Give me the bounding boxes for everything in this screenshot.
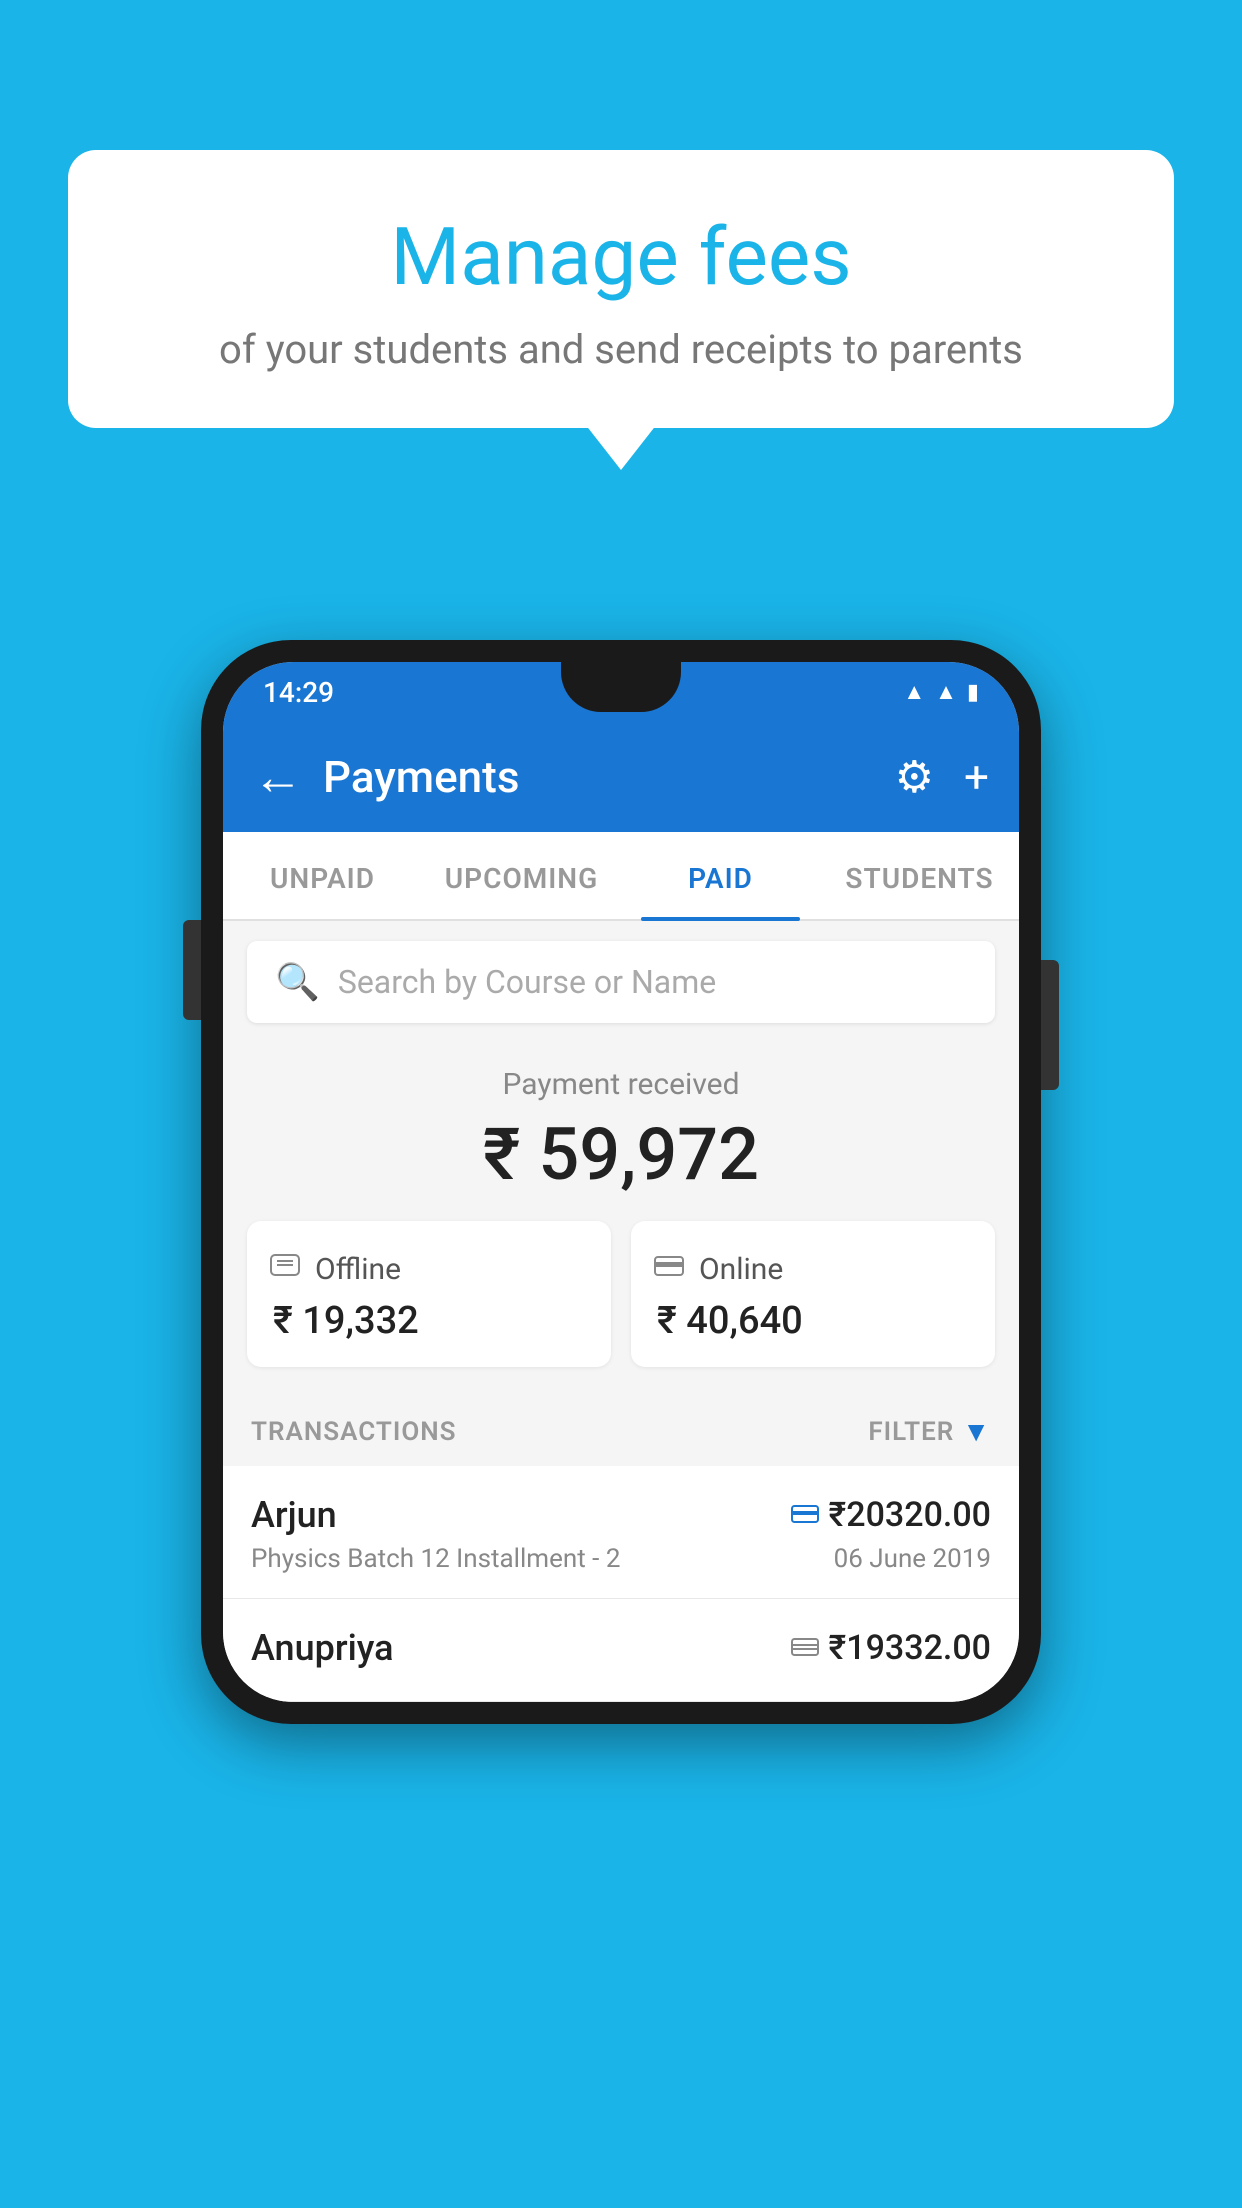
manage-fees-title: Manage fees [118,210,1124,304]
transaction-amount-arjun: ₹20320.00 [829,1495,991,1535]
phone-outer: 14:29 ▲ ▲ ▮ ← Payments ⚙ + UNPAID [201,640,1041,1724]
offline-icon [269,1249,301,1289]
tabs-bar: UNPAID UPCOMING PAID STUDENTS [223,832,1019,921]
offline-amount: ₹ 19,332 [269,1299,589,1343]
phone-screen: 14:29 ▲ ▲ ▮ ← Payments ⚙ + UNPAID [223,662,1019,1702]
table-row[interactable]: Anupriya ₹19332.00 [223,1599,1019,1702]
tab-students[interactable]: STUDENTS [820,832,1019,919]
add-icon[interactable]: + [964,751,989,803]
filter-label: FILTER [868,1417,954,1447]
search-bar[interactable]: 🔍 Search by Course or Name [247,941,995,1023]
table-row[interactable]: Arjun ₹20320.00 Physics Batch 12 Install… [223,1466,1019,1599]
online-payment-icon [791,1499,819,1532]
transaction-top-anupriya: Anupriya ₹19332.00 [251,1627,991,1669]
transaction-amount-wrap-anupriya: ₹19332.00 [791,1628,991,1668]
transaction-name-arjun: Arjun [251,1494,337,1536]
payment-total-amount: ₹ 59,972 [247,1112,995,1197]
speech-bubble: Manage fees of your students and send re… [68,150,1174,428]
app-title: Payments [323,751,875,803]
online-icon [653,1249,685,1289]
manage-fees-subtitle: of your students and send receipts to pa… [118,326,1124,373]
transaction-bottom-arjun: Physics Batch 12 Installment - 2 06 June… [251,1544,991,1574]
search-icon: 🔍 [275,961,320,1003]
search-input[interactable]: Search by Course or Name [338,963,716,1001]
phone-notch [561,662,681,712]
transaction-name-anupriya: Anupriya [251,1627,394,1669]
payment-summary: Payment received ₹ 59,972 [223,1037,1019,1391]
offline-card: Offline ₹ 19,332 [247,1221,611,1367]
app-bar-icons: ⚙ + [895,751,989,803]
offline-card-top: Offline [269,1249,589,1289]
transaction-date-arjun: 06 June 2019 [834,1544,991,1574]
online-label: Online [699,1252,783,1287]
phone-container: 14:29 ▲ ▲ ▮ ← Payments ⚙ + UNPAID [201,640,1041,1724]
status-icons: ▲ ▲ ▮ [903,679,979,705]
online-card-top: Online [653,1249,973,1289]
transactions-label: TRANSACTIONS [251,1417,457,1447]
filter-icon: ▼ [962,1415,991,1448]
signal-icon: ▲ [935,679,957,705]
tab-unpaid[interactable]: UNPAID [223,832,422,919]
filter-button[interactable]: FILTER ▼ [868,1415,991,1448]
battery-icon: ▮ [967,680,979,705]
offline-label: Offline [315,1252,401,1287]
tab-upcoming[interactable]: UPCOMING [422,832,621,919]
status-time: 14:29 [263,676,334,709]
settings-icon[interactable]: ⚙ [895,751,934,803]
speech-bubble-container: Manage fees of your students and send re… [68,150,1174,428]
tab-paid[interactable]: PAID [621,832,820,919]
search-bar-container: 🔍 Search by Course or Name [223,921,1019,1037]
payment-cards: Offline ₹ 19,332 [247,1221,995,1367]
transaction-amount-wrap-arjun: ₹20320.00 [791,1495,991,1535]
offline-payment-icon [791,1632,819,1665]
transaction-detail-arjun: Physics Batch 12 Installment - 2 [251,1544,620,1574]
transaction-top-arjun: Arjun ₹20320.00 [251,1494,991,1536]
transaction-amount-anupriya: ₹19332.00 [829,1628,991,1668]
wifi-icon: ▲ [903,679,925,705]
transactions-header: TRANSACTIONS FILTER ▼ [223,1391,1019,1466]
online-amount: ₹ 40,640 [653,1299,973,1343]
back-button[interactable]: ← [253,748,303,807]
online-card: Online ₹ 40,640 [631,1221,995,1367]
status-bar: 14:29 ▲ ▲ ▮ [223,662,1019,722]
app-bar: ← Payments ⚙ + [223,722,1019,832]
payment-received-label: Payment received [247,1067,995,1102]
